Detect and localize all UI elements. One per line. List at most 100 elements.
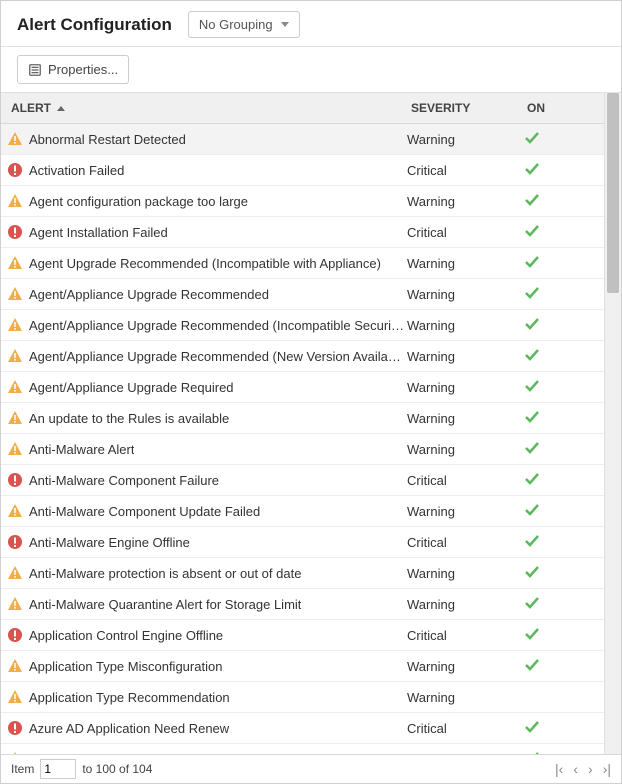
table-row[interactable]: Activation FailedCritical [1, 155, 604, 186]
table-row[interactable]: Application Control Engine OfflineCritic… [1, 620, 604, 651]
grid-body: Abnormal Restart DetectedWarningActivati… [1, 124, 604, 754]
page-first-button[interactable]: |‹ [555, 762, 563, 776]
cell-alert: Agent Installation Failed [1, 224, 407, 240]
cell-alert: Anti-Malware Component Update Failed [1, 503, 407, 519]
cell-severity: Warning [407, 442, 502, 457]
properties-icon [28, 63, 42, 77]
warning-icon [7, 751, 23, 754]
table-row[interactable]: Agent/Appliance Upgrade Required Warning [1, 372, 604, 403]
table-row[interactable]: Abnormal Restart DetectedWarning [1, 124, 604, 155]
cell-on [502, 533, 562, 552]
check-icon [524, 378, 540, 394]
cell-severity: Critical [407, 535, 502, 550]
critical-icon [7, 472, 23, 488]
cell-on [502, 316, 562, 335]
cell-alert: Application Type Recommendation [1, 689, 407, 705]
page-prev-button[interactable]: ‹ [573, 762, 578, 776]
check-icon [524, 192, 540, 208]
table-row[interactable]: Agent/Appliance Upgrade Recommended (New… [1, 341, 604, 372]
cell-alert: Agent/Appliance Upgrade Required [1, 379, 407, 395]
table-row[interactable]: Agent/Appliance Upgrade Recommended (Inc… [1, 310, 604, 341]
warning-icon [7, 503, 23, 519]
check-icon [524, 750, 540, 755]
table-row[interactable]: Anti-Malware Component FailureCritical [1, 465, 604, 496]
cell-on [502, 161, 562, 180]
warning-icon [7, 348, 23, 364]
alert-grid: ALERT SEVERITY ON Abnormal Restart Detec… [1, 93, 604, 754]
check-icon [524, 502, 540, 518]
table-row[interactable]: Azure AD Application Password Expires So… [1, 744, 604, 754]
check-icon [524, 316, 540, 332]
alert-name: Anti-Malware Alert [29, 442, 134, 457]
properties-button[interactable]: Properties... [17, 55, 129, 84]
cell-severity: Warning [407, 690, 502, 705]
cell-severity: Warning [407, 349, 502, 364]
column-header-alert[interactable]: ALERT [1, 101, 411, 115]
alert-name: Agent/Appliance Upgrade Recommended (New… [29, 349, 407, 364]
cell-severity: Critical [407, 225, 502, 240]
cell-on [502, 719, 562, 738]
cell-severity: Warning [407, 318, 502, 333]
check-icon [524, 130, 540, 146]
cell-on [502, 378, 562, 397]
column-header-alert-label: ALERT [11, 101, 51, 115]
alert-name: Agent/Appliance Upgrade Recommended [29, 287, 269, 302]
alert-name: Anti-Malware Quarantine Alert for Storag… [29, 597, 301, 612]
cell-on [502, 409, 562, 428]
table-row[interactable]: Agent Upgrade Recommended (Incompatible … [1, 248, 604, 279]
cell-alert: Agent/Appliance Upgrade Recommended (New… [1, 348, 407, 364]
cell-on [502, 750, 562, 755]
scrollbar-thumb[interactable] [607, 93, 619, 293]
table-row[interactable]: Azure AD Application Need RenewCritical [1, 713, 604, 744]
alert-name: Anti-Malware Engine Offline [29, 535, 190, 550]
check-icon [524, 719, 540, 735]
warning-icon [7, 689, 23, 705]
warning-icon [7, 565, 23, 581]
alert-name: Agent/Appliance Upgrade Required [29, 380, 234, 395]
table-row[interactable]: An update to the Rules is availableWarni… [1, 403, 604, 434]
alert-name: Application Type Recommendation [29, 690, 230, 705]
column-header-on[interactable]: ON [506, 101, 566, 115]
critical-icon [7, 224, 23, 240]
cell-alert: Agent/Appliance Upgrade Recommended [1, 286, 407, 302]
alert-name: An update to the Rules is available [29, 411, 229, 426]
alert-name: Agent Upgrade Recommended (Incompatible … [29, 256, 381, 271]
table-row[interactable]: Anti-Malware Engine Offline Critical [1, 527, 604, 558]
column-header-severity[interactable]: SEVERITY [411, 101, 506, 115]
table-row[interactable]: Agent configuration package too largeWar… [1, 186, 604, 217]
cell-on [502, 285, 562, 304]
table-row[interactable]: Anti-Malware protection is absent or out… [1, 558, 604, 589]
cell-alert: Anti-Malware protection is absent or out… [1, 565, 407, 581]
cell-on [502, 471, 562, 490]
table-row[interactable]: Application Type Recommendation Warning [1, 682, 604, 713]
table-row[interactable]: Anti-Malware Quarantine Alert for Storag… [1, 589, 604, 620]
check-icon [524, 254, 540, 270]
check-icon [524, 440, 540, 456]
table-row[interactable]: Application Type MisconfigurationWarning [1, 651, 604, 682]
check-icon [524, 285, 540, 301]
check-icon [524, 533, 540, 549]
grouping-dropdown[interactable]: No Grouping [188, 11, 300, 38]
table-row[interactable]: Agent/Appliance Upgrade RecommendedWarni… [1, 279, 604, 310]
warning-icon [7, 658, 23, 674]
table-row[interactable]: Agent Installation FailedCritical [1, 217, 604, 248]
page-last-button[interactable]: ›| [603, 762, 611, 776]
check-icon [524, 626, 540, 642]
grouping-label: No Grouping [199, 17, 273, 32]
cell-on [502, 440, 562, 459]
check-icon [524, 595, 540, 611]
cell-on [502, 564, 562, 583]
check-icon [524, 347, 540, 363]
item-input[interactable] [40, 759, 76, 779]
alert-name: Abnormal Restart Detected [29, 132, 186, 147]
cell-severity: Warning [407, 380, 502, 395]
cell-alert: Anti-Malware Engine Offline [1, 534, 407, 550]
critical-icon [7, 162, 23, 178]
table-row[interactable]: Anti-Malware Component Update FailedWarn… [1, 496, 604, 527]
cell-alert: Activation Failed [1, 162, 407, 178]
table-row[interactable]: Anti-Malware Alert Warning [1, 434, 604, 465]
check-icon [524, 471, 540, 487]
vertical-scrollbar[interactable] [604, 93, 621, 754]
cell-alert: Agent/Appliance Upgrade Recommended (Inc… [1, 317, 407, 333]
page-next-button[interactable]: › [588, 762, 593, 776]
